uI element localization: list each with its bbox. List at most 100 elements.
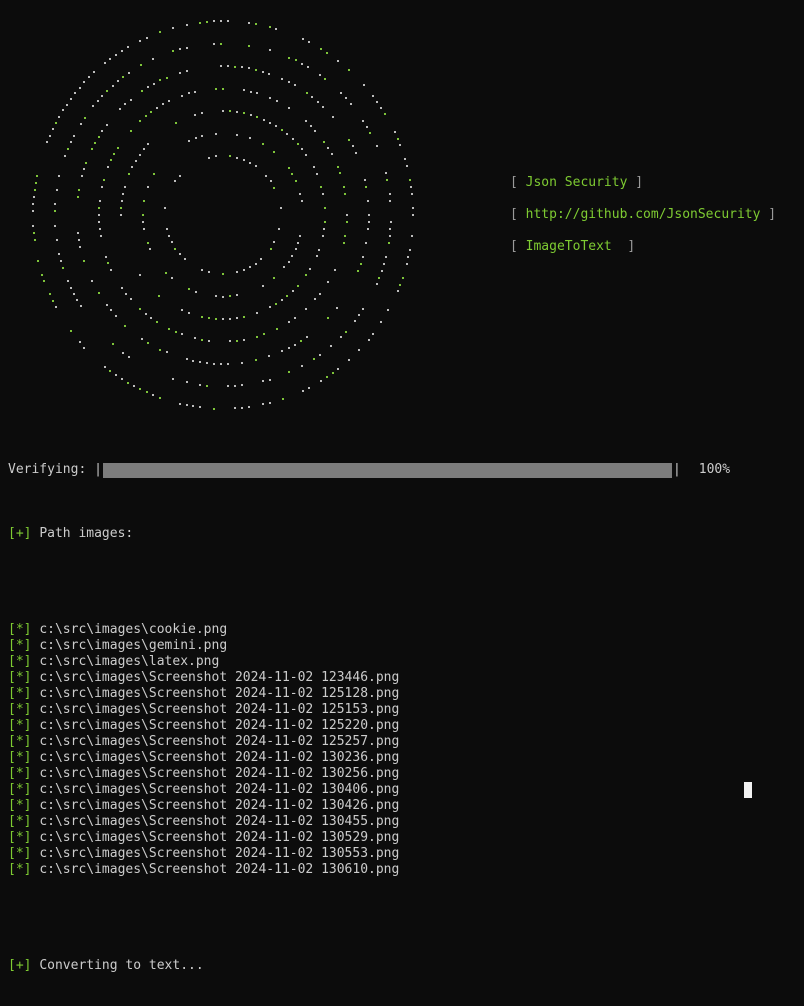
ascii-dot	[314, 298, 316, 300]
file-path: c:\src\images\cookie.png	[39, 622, 228, 637]
ascii-dot	[241, 384, 243, 386]
ascii-dot	[299, 235, 301, 237]
ascii-dot	[133, 385, 135, 387]
ascii-dot	[397, 290, 399, 292]
ascii-dot	[385, 172, 387, 174]
ascii-dot	[243, 159, 245, 161]
ascii-dot	[131, 166, 133, 168]
ascii-dot	[150, 111, 152, 113]
ascii-dot	[248, 406, 250, 408]
ascii-dot	[352, 145, 354, 147]
ascii-dot	[121, 200, 123, 202]
ascii-dot	[337, 60, 339, 62]
ascii-dot	[327, 281, 329, 283]
file-path: c:\src\images\Screenshot 2024-11-02 1304…	[39, 782, 400, 797]
ascii-dot	[308, 41, 310, 43]
ascii-dot	[234, 385, 236, 387]
ascii-dot	[275, 303, 277, 305]
ascii-dot	[273, 187, 275, 189]
ascii-dot	[241, 407, 243, 409]
ascii-dot	[119, 108, 121, 110]
ascii-dot	[314, 130, 316, 132]
ascii-dot	[269, 122, 271, 124]
ascii-dot	[389, 200, 391, 202]
ascii-dot	[380, 321, 382, 323]
ascii-dot	[346, 221, 348, 223]
ascii-dot	[227, 65, 229, 67]
ascii-dot	[41, 274, 43, 276]
ascii-dot	[337, 166, 339, 168]
ascii-dot	[80, 123, 82, 125]
ascii-dot	[172, 50, 174, 52]
ascii-dot	[222, 110, 224, 112]
ascii-dot	[139, 154, 141, 156]
ascii-dot	[43, 280, 45, 282]
info-line-name: [ Json Security ]	[510, 175, 644, 190]
ascii-dot	[186, 404, 188, 406]
ascii-dot	[52, 128, 54, 130]
ascii-dot	[236, 134, 238, 136]
ascii-dot	[37, 260, 39, 262]
ascii-dot	[337, 368, 339, 370]
ascii-dot	[192, 360, 194, 362]
ascii-dot	[58, 175, 60, 177]
ascii-dot	[295, 248, 297, 250]
ascii-dot	[55, 122, 57, 124]
ascii-dot	[113, 153, 115, 155]
ascii-dot	[320, 380, 322, 382]
ascii-dot	[372, 333, 374, 335]
ascii-dot	[411, 235, 413, 237]
ascii-dot	[269, 26, 271, 28]
ascii-dot	[275, 28, 277, 30]
star-tag: [*]	[8, 702, 32, 717]
ascii-dot	[222, 296, 224, 298]
ascii-dot	[143, 228, 145, 230]
ascii-dot	[270, 180, 272, 182]
ascii-dot	[406, 263, 408, 265]
ascii-dot	[122, 76, 124, 78]
ascii-dot	[206, 362, 208, 364]
ascii-dot	[345, 331, 347, 333]
ascii-dot	[362, 308, 364, 310]
ascii-dot	[326, 376, 328, 378]
ascii-dot	[281, 350, 283, 352]
file-path: c:\src\images\Screenshot 2024-11-02 1306…	[39, 862, 400, 877]
file-list: [*] c:\src\images\cookie.png [*] c:\src\i…	[8, 622, 399, 878]
ascii-dot	[156, 321, 158, 323]
ascii-dot	[206, 21, 208, 23]
ascii-dot	[70, 98, 72, 100]
file-list-item: [*] c:\src\images\cookie.png	[8, 622, 399, 638]
info-panel: [ Json Security ] [ http://github.com/Js…	[510, 174, 776, 270]
ascii-dot	[110, 269, 112, 271]
ascii-dot	[201, 135, 203, 137]
file-path: c:\src\images\Screenshot 2024-11-02 1252…	[39, 718, 400, 733]
ascii-dot	[168, 100, 170, 102]
ascii-dot	[179, 175, 181, 177]
ascii-dot	[97, 100, 99, 102]
ascii-dot	[340, 92, 342, 94]
file-list-item: [*] c:\src\images\gemini.png	[8, 638, 399, 654]
ascii-dot	[268, 355, 270, 357]
file-path: c:\src\images\Screenshot 2024-11-02 1252…	[39, 734, 400, 749]
ascii-dot	[327, 147, 329, 149]
ascii-dot	[313, 166, 315, 168]
ascii-dot	[127, 382, 129, 384]
file-path: c:\src\images\Screenshot 2024-11-02 1302…	[39, 766, 400, 781]
ascii-dot	[139, 308, 141, 310]
file-path: c:\src\images\Screenshot 2024-11-02 1302…	[39, 750, 400, 765]
ascii-dot	[354, 320, 356, 322]
ascii-dot	[263, 119, 265, 121]
file-list-item: [*] c:\src\images\Screenshot 2024-11-02 …	[8, 734, 399, 750]
ascii-dot	[142, 214, 144, 216]
ascii-dot	[294, 344, 296, 346]
ascii-dot	[88, 76, 90, 78]
ascii-dot	[147, 86, 149, 88]
ascii-dot	[406, 165, 408, 167]
ascii-dot	[117, 80, 119, 82]
ascii-dot	[307, 66, 309, 68]
ascii-dot	[208, 157, 210, 159]
ascii-dot	[58, 253, 60, 255]
ascii-dot	[76, 299, 78, 301]
ascii-dot	[79, 87, 81, 89]
ascii-dot	[348, 69, 350, 71]
